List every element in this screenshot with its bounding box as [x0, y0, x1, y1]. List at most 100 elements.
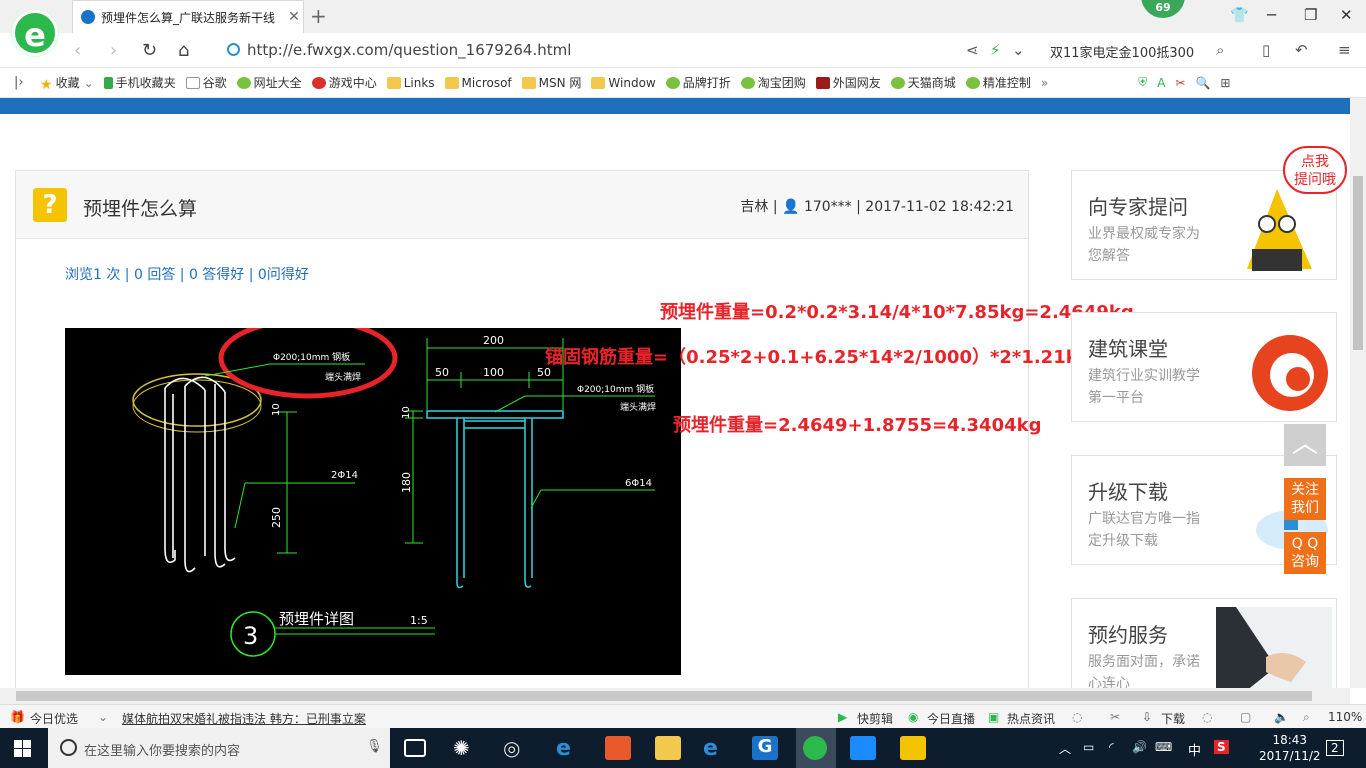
lightning-icon[interactable]: ⚡ [990, 41, 1001, 59]
card-building-class[interactable]: 建筑课堂 建筑行业实训教学第一平台 [1071, 312, 1337, 422]
tray-wifi-icon[interactable]: ◜ [1109, 740, 1114, 754]
search-icon[interactable]: ⌕ [1216, 41, 1224, 59]
plus-app-icon[interactable] [850, 736, 876, 760]
scroll-thumb[interactable] [1353, 176, 1363, 350]
phone-icon [103, 76, 113, 89]
close-window-button[interactable]: ✕ [1340, 6, 1353, 24]
kuaijianji-link[interactable]: 快剪辑 [857, 710, 893, 727]
url-field[interactable]: http://e.fwxgx.com/question_1679264.html [247, 41, 571, 59]
taskbar-search[interactable]: 在这里输入你要搜索的内容 🎙 [48, 728, 390, 768]
bookmark-taobao[interactable]: 淘宝团购 [740, 74, 806, 91]
site-header-strip [0, 98, 1350, 114]
vertical-scrollbar[interactable] [1350, 98, 1366, 688]
microphone-icon[interactable]: 🎙 [366, 739, 383, 754]
edge-icon[interactable]: e [556, 736, 582, 761]
sidebar-toggle-icon[interactable]: |› [0, 75, 24, 90]
tray-network-icon[interactable]: ▭ [1083, 740, 1094, 754]
browser-window: 预埋件怎么算_广联达服务新干线 ✕ + 69 👕 ─ ❐ ✕ e ‹ › ↻ ⌂… [0, 0, 1366, 768]
menu-icon[interactable]: ≡ [1338, 41, 1351, 59]
share-icon[interactable]: ⋖ [966, 41, 979, 59]
store-icon[interactable] [605, 736, 631, 760]
tray-volume-icon[interactable]: 🔊 [1132, 740, 1147, 754]
news-ticker[interactable]: 媒体航拍双宋婚礼被指违法 韩方：已刑事立案 [122, 710, 366, 727]
bookmark-google[interactable]: 谷歌 [185, 74, 227, 91]
chevron-down-icon[interactable]: ⌄ [1012, 41, 1025, 59]
zoom-level[interactable]: 110% [1328, 710, 1362, 724]
ask-bubble[interactable]: 点我 提问哦 [1283, 146, 1347, 194]
notification-badge[interactable]: 69 [1141, 0, 1185, 18]
ie-icon[interactable]: e [703, 736, 729, 761]
scissors-icon[interactable]: ✂ [1175, 76, 1185, 90]
bookmark-favorites[interactable]: ★ 收藏 ⌄ [40, 74, 94, 93]
question-user[interactable]: 170*** [804, 199, 852, 215]
sogou-ime-icon[interactable]: S [1214, 740, 1229, 754]
clean-icon[interactable]: ◌ [1202, 710, 1212, 724]
bookmark-games[interactable]: 游戏中心 [311, 74, 377, 91]
swirl-app-icon[interactable]: ◎ [503, 736, 529, 760]
volume-icon[interactable]: 🔈 [1274, 710, 1289, 724]
taskbar-active-360-icon[interactable] [796, 728, 836, 768]
folder-icon [444, 76, 459, 89]
apps-grid-icon[interactable]: ⊞ [1220, 76, 1230, 90]
question-stats[interactable]: 浏览1 次 | 0 回答 | 0 答得好 | 0问得好 [65, 264, 309, 284]
speed-icon[interactable]: ◌ [1072, 710, 1082, 724]
follow-us-button[interactable]: 关注 我们 [1284, 478, 1326, 520]
notes-app-icon[interactable] [900, 736, 926, 760]
cortana-icon [60, 739, 77, 756]
bookmark-microsoft[interactable]: Microsof [444, 76, 512, 90]
folder-icon [591, 76, 606, 89]
fan-app-icon[interactable]: ✺ [453, 736, 479, 760]
download-link[interactable]: 下载 [1161, 710, 1185, 727]
tab-title: 预埋件怎么算_广联达服务新干线 [101, 10, 276, 25]
360-browser-e-icon[interactable]: e [12, 10, 58, 56]
notification-center-icon[interactable]: 2 [1326, 740, 1344, 756]
bookmark-msn[interactable]: MSN 网 [521, 74, 581, 91]
bookmark-precise[interactable]: 精准控制 [965, 74, 1031, 91]
bookmark-mobile[interactable]: 手机收藏夹 [103, 74, 176, 91]
bookmark-links[interactable]: Links [386, 76, 435, 90]
shield-icon[interactable]: ⛨ [1138, 75, 1147, 90]
system-clock[interactable]: 18:43 2017/11/2 [1259, 732, 1321, 764]
tab-close-icon[interactable]: ✕ [285, 9, 303, 25]
bookmark-brand-sale[interactable]: 品牌打折 [665, 74, 731, 91]
mobile-icon[interactable]: ▯ [1262, 41, 1270, 59]
live-link[interactable]: 今日直播 [927, 710, 975, 727]
new-tab-button[interactable]: + [310, 4, 327, 28]
restore-button[interactable]: ❐ [1304, 6, 1317, 24]
windows-start-icon[interactable] [14, 740, 31, 757]
chevron-down-icon[interactable]: ⌄ [98, 710, 108, 724]
tray-keyboard-icon[interactable]: ⌨ [1155, 740, 1172, 754]
tab-active[interactable]: 预埋件怎么算_广联达服务新干线 ✕ [72, 0, 304, 33]
tray-chevron-icon[interactable]: ︿ [1059, 740, 1071, 757]
undo-icon[interactable]: ↶ [1295, 41, 1308, 59]
scroll-thumb[interactable] [16, 691, 1312, 701]
file-explorer-icon[interactable] [655, 736, 681, 760]
folder-icon [386, 76, 401, 89]
ime-indicator[interactable]: 中 [1188, 740, 1201, 759]
site-security-icon [227, 43, 240, 56]
bookmark-windows[interactable]: Window [591, 76, 656, 90]
translate-icon[interactable]: A [1157, 76, 1165, 90]
refresh-button[interactable]: ↻ [142, 40, 157, 61]
window-icon[interactable]: ▢ [1240, 710, 1251, 724]
shirt-skin-icon[interactable]: 👕 [1230, 6, 1249, 24]
magnifier-icon[interactable]: 🔍 [1195, 76, 1210, 90]
card-appointment[interactable]: 预约服务 服务面对面，承诺心连心 [1071, 598, 1337, 688]
forward-button[interactable]: › [110, 40, 117, 61]
horizontal-scrollbar[interactable] [0, 688, 1350, 704]
today-picks[interactable]: 今日优选 [30, 710, 78, 727]
back-to-top-button[interactable]: ︿ [1284, 424, 1326, 466]
bookmark-tmall[interactable]: 天猫商城 [890, 74, 956, 91]
hot-news-link[interactable]: 热点资讯 [1007, 710, 1055, 727]
glodon-icon[interactable]: G [752, 736, 778, 760]
more-bookmarks-icon[interactable]: » [1041, 76, 1048, 90]
search-hint[interactable]: 双11家电定金100抵300 [1050, 42, 1194, 61]
task-view-icon[interactable] [404, 739, 426, 757]
qq-consult-button[interactable]: Q Q 咨询 [1284, 532, 1326, 574]
minimize-button[interactable]: ─ [1267, 6, 1276, 24]
home-button[interactable]: ⌂ [178, 40, 189, 61]
pin-icon[interactable]: ✂ [1110, 710, 1120, 724]
bookmark-foreign[interactable]: 外国网友 [815, 74, 881, 91]
bookmark-urls[interactable]: 网址大全 [236, 74, 302, 91]
back-button[interactable]: ‹ [74, 40, 81, 61]
